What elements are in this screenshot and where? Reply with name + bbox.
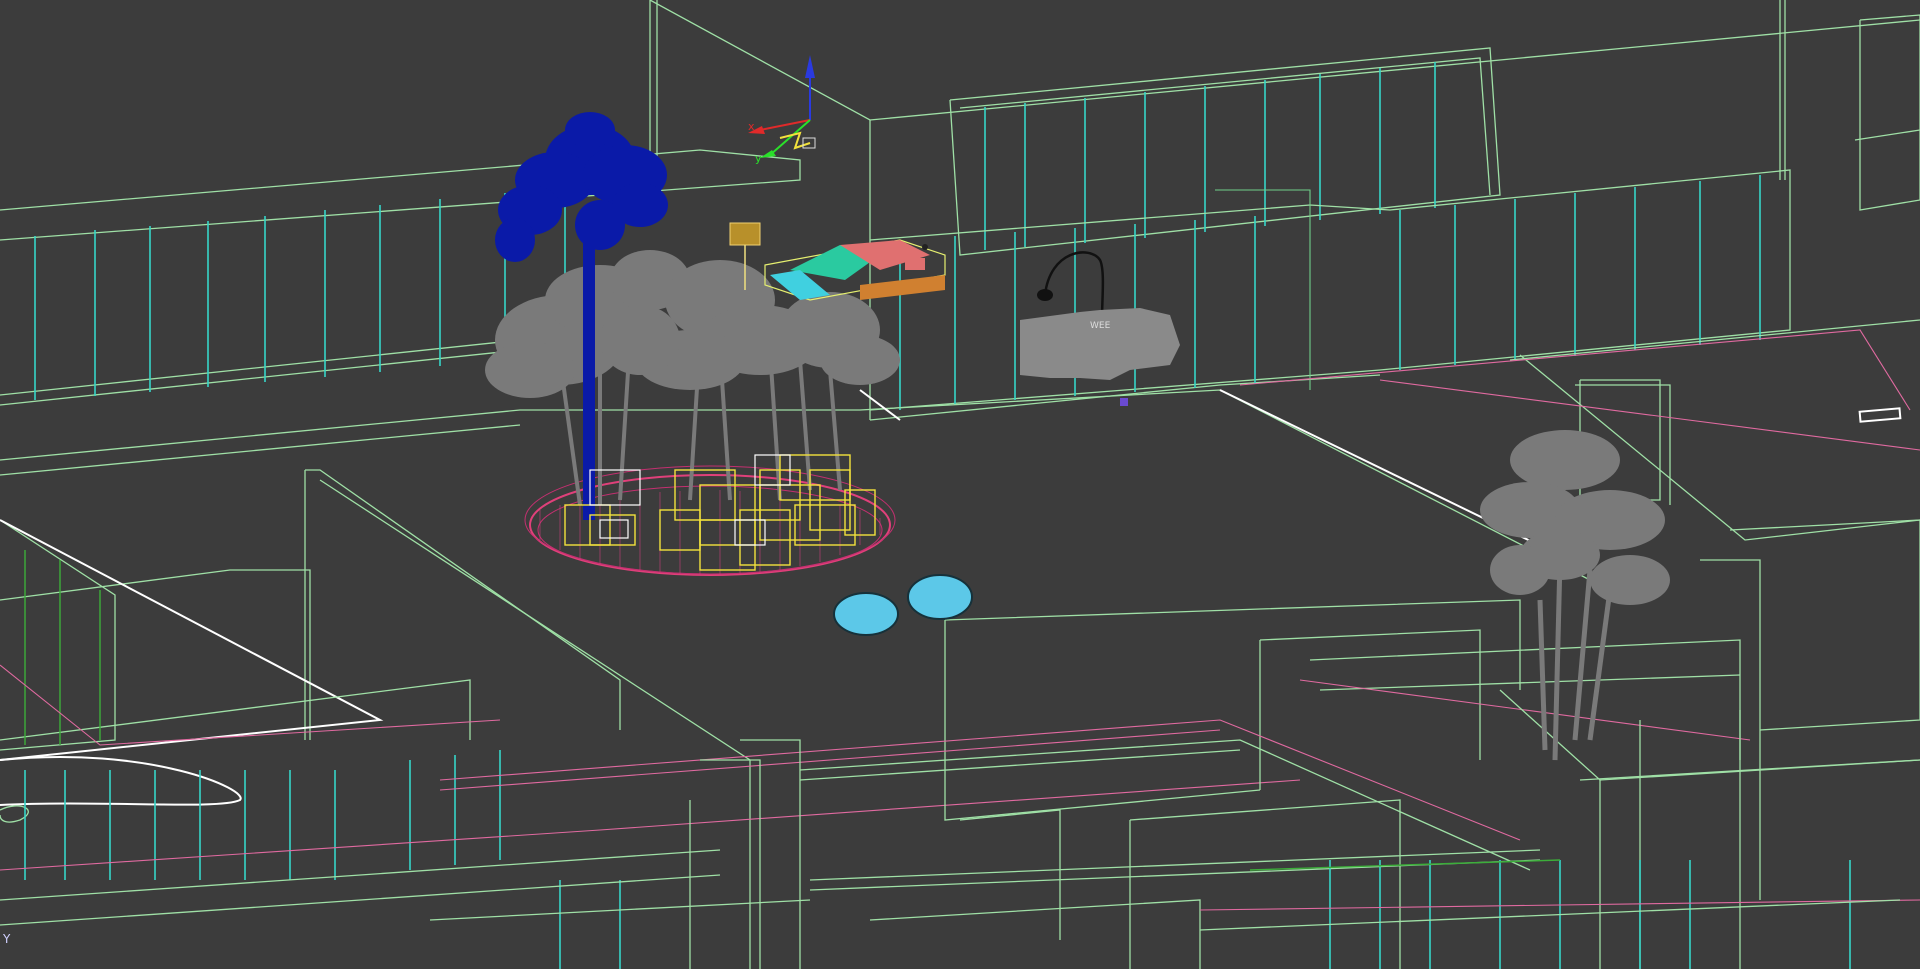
foreground-center	[429, 599, 1920, 969]
3d-viewport[interactable]: WEE x y Y	[0, 0, 1920, 969]
gray-tree-right	[1480, 430, 1670, 761]
floor-lamp	[1037, 251, 1105, 319]
corner-axis-label: Y	[2, 932, 11, 946]
gizmo-y-label: y	[755, 152, 762, 165]
foreground-left	[0, 469, 1301, 969]
gizmo-x-label: x	[748, 120, 755, 133]
sofa-label: WEE	[1090, 321, 1111, 331]
middle-wall	[869, 169, 1791, 421]
gray-tree-cluster	[485, 250, 900, 506]
bed-furniture	[764, 239, 946, 301]
blue-stones	[833, 574, 973, 636]
back-wall-center	[649, 0, 1920, 256]
